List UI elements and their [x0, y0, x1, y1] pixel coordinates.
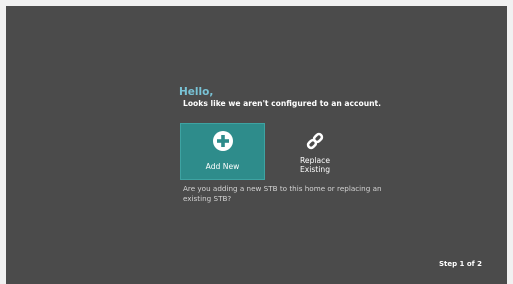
add-new-label: Add New — [205, 162, 240, 171]
add-new-button[interactable]: Add New — [180, 123, 265, 180]
greeting-heading: Hello, — [179, 86, 214, 98]
step-indicator: Step 1 of 2 — [438, 260, 482, 268]
setup-question: Are you adding a new STB to this home or… — [183, 184, 382, 203]
link-icon — [306, 132, 323, 150]
replace-existing-label: Replace Existing — [299, 156, 331, 174]
not-configured-message: Looks like we aren't configured to an ac… — [183, 99, 382, 108]
replace-existing-button[interactable]: Replace Existing — [272, 123, 357, 180]
setup-screen: Hello, Looks like we aren't configured t… — [6, 6, 507, 284]
plus-circle-icon — [212, 131, 233, 151]
